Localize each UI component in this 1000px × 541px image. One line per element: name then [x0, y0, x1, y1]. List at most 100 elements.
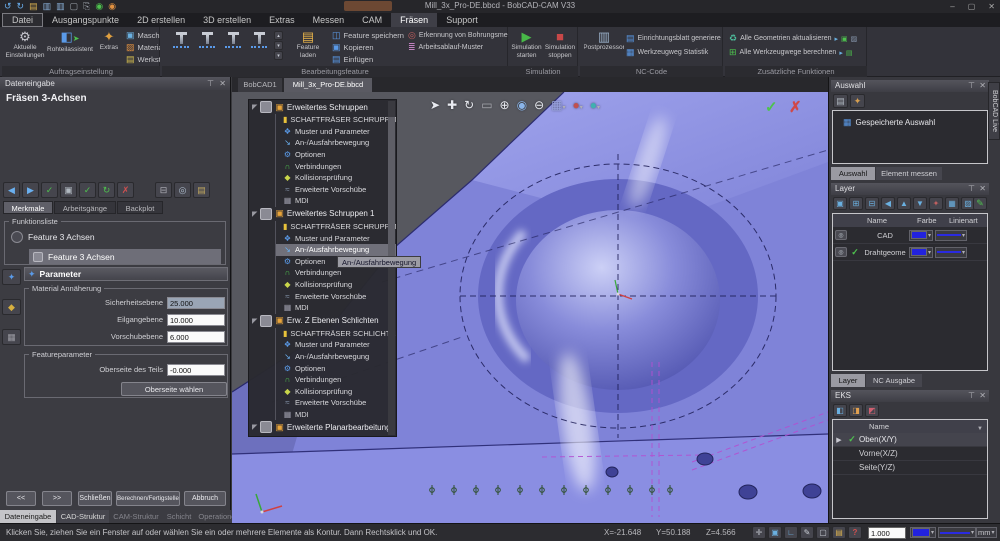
delete-layer-icon[interactable]: ⊟	[865, 197, 879, 210]
ucs-tool-icon[interactable]: ∟	[784, 526, 798, 539]
rotate-view-icon[interactable]: ↻	[464, 98, 474, 112]
verify-button[interactable]: ✓	[41, 182, 58, 198]
view-cube-icon[interactable]: ▦▾	[551, 98, 565, 112]
active-color-dropdown[interactable]: ▾	[910, 527, 936, 538]
layer-tool-icon[interactable]: ▤	[832, 526, 846, 539]
milling-feature-1-button[interactable]	[170, 31, 192, 61]
menu-cam[interactable]: CAM	[353, 13, 391, 27]
tree-item[interactable]: MDI	[275, 409, 396, 421]
milling-feature-2-button[interactable]	[196, 31, 218, 61]
tree-item[interactable]: Optionen	[275, 149, 396, 161]
tree-item[interactable]: Kollisionsprüfung	[275, 385, 396, 397]
doc-tab-mill-3x-pro[interactable]: Mill_3x_Pro-DE.bbcd	[284, 78, 372, 92]
menu-ausgangspunkte[interactable]: Ausgangspunkte	[43, 13, 128, 27]
tab-nc-ausgabe[interactable]: NC Ausgabe	[866, 374, 922, 387]
color-dropdown[interactable]: ▾	[909, 230, 933, 241]
tree-item[interactable]: Muster und Parameter	[275, 232, 396, 244]
tree-group[interactable]: ◤▣Erweiterte Planarbearbeitung	[249, 420, 396, 434]
tree-item[interactable]: SCHAFTFRÄSER SCHLICHTEN	[275, 328, 396, 340]
tree-item[interactable]: MDI	[275, 195, 396, 207]
accept-check-icon[interactable]: ✓	[765, 98, 778, 116]
scale-input[interactable]	[868, 527, 906, 539]
group-checkbox[interactable]	[260, 101, 272, 113]
color-dropdown[interactable]: ▾	[909, 247, 933, 258]
tab-schicht[interactable]: Schicht	[163, 510, 195, 523]
menu-3d-erstellen[interactable]: 3D erstellen	[194, 13, 260, 27]
display-button[interactable]: ▣	[60, 182, 77, 198]
minimize-button[interactable]: –	[950, 0, 954, 13]
maximize-button[interactable]: ▢	[968, 0, 976, 13]
tree-item[interactable]: Erweiterte Vorschübe	[275, 290, 396, 302]
layer-row[interactable]: ◎ CAD ▾ ▾	[833, 227, 987, 244]
tab-cam-struktur[interactable]: CAM-Struktur	[110, 510, 162, 523]
abbruch-button[interactable]: Abbruch	[184, 491, 226, 506]
merge-layer-icon[interactable]: ✦	[929, 197, 943, 210]
pin-icon[interactable]: ⊤	[968, 390, 975, 402]
eks-row[interactable]: Vorne(X/Z)	[833, 447, 987, 461]
group-checkbox[interactable]	[260, 315, 272, 327]
move-left-icon[interactable]: ◀	[881, 197, 895, 210]
scroll-up-button[interactable]: ▴	[274, 31, 283, 40]
tree-item[interactable]: MDI	[275, 302, 396, 314]
menu-2d-erstellen[interactable]: 2D erstellen	[128, 13, 194, 27]
rohteilassistent-button[interactable]: ◧➤ Rohteilassistent	[47, 29, 93, 65]
window-zoom-icon[interactable]: ▭	[481, 98, 492, 112]
einrichtungsblatt-button[interactable]: ▤Einrichtungsblatt generieren▾	[626, 33, 721, 44]
eks-row-selected[interactable]: ▶ ✓ Oben(X/Y)	[833, 433, 987, 447]
scrollbar-thumb[interactable]	[388, 117, 395, 257]
close-icon[interactable]: ✕	[979, 390, 986, 402]
copy-layer-icon[interactable]: ⊞	[849, 197, 863, 210]
tree-item[interactable]: Verbindungen	[275, 160, 396, 172]
unit-dropdown[interactable]: mm▾	[976, 527, 997, 538]
feature-checkbox[interactable]	[33, 252, 43, 262]
back-button[interactable]: ◀	[3, 182, 20, 198]
tree-item[interactable]: SCHAFTFRÄSER SCHRUPPEN	[275, 221, 396, 233]
menu-fraesen[interactable]: Fräsen	[391, 13, 437, 27]
material-button[interactable]: ▨Material	[126, 42, 160, 53]
tree-item[interactable]: Muster und Parameter	[275, 339, 396, 351]
edit-layer-icon[interactable]: ✎	[973, 197, 987, 210]
mini-icon-3[interactable]: ▨	[851, 35, 858, 43]
saved-selection-item[interactable]: ▦ Gespeicherte Auswahl	[843, 117, 935, 128]
cancel-button[interactable]: ✗	[117, 182, 134, 198]
tree-group[interactable]: ◤▣Erweitertes Schruppen	[249, 100, 396, 114]
tab-layer[interactable]: Layer	[831, 374, 865, 387]
group-checkbox[interactable]	[260, 208, 272, 220]
pin-icon[interactable]: ⊤	[968, 80, 975, 92]
sicherheitsebene-input[interactable]	[167, 297, 225, 309]
feature-selected-item[interactable]: Feature 3 Achsen	[29, 249, 221, 264]
move-down-icon[interactable]: ▼	[913, 197, 927, 210]
menu-support[interactable]: Support	[437, 13, 487, 27]
menu-datei[interactable]: Datei	[2, 13, 43, 27]
pan-tool-icon[interactable]: ✛	[752, 526, 766, 539]
tree-group[interactable]: ◤▣Erweitertes Schruppen 1	[249, 207, 396, 221]
tree-group[interactable]: ◤▣Erw. Z Ebenen Schlichten	[249, 314, 396, 328]
aktuelle-einstellungen-button[interactable]: ⚙ Aktuelle Einstellungen	[4, 29, 46, 65]
forward-button[interactable]: ▶	[22, 182, 39, 198]
zoom-out-icon[interactable]: ⊖	[534, 98, 544, 112]
bohrungserkennung-button[interactable]: ◎Erkennung von Bohrungsmerkmalen	[408, 30, 508, 41]
berechnen-fertigstellen-button[interactable]: Berechnen/Fertigstellen	[116, 491, 180, 506]
simulation-stoppen-button[interactable]: ■ Simulation stoppen	[544, 29, 576, 65]
close-button[interactable]: ✕	[988, 0, 995, 13]
stock-display-icon[interactable]: ●▾	[573, 98, 583, 112]
visibility-eye-icon[interactable]: ◎	[835, 230, 847, 240]
tree-item[interactable]: Kollisionsprüfung	[275, 279, 396, 291]
kopieren-button[interactable]: ▣Kopieren	[332, 42, 406, 53]
doc-tab-bobcad1[interactable]: BobCAD1	[238, 78, 282, 92]
feature-root-item[interactable]: Feature 3 Achsen	[11, 231, 95, 243]
mini-icon-4[interactable]: ▸	[839, 49, 843, 57]
select-cursor-icon[interactable]: ➤	[430, 98, 440, 112]
postprozessor-button[interactable]: ▥ Postprozessor	[584, 29, 624, 65]
nav-prev-button[interactable]: <<	[6, 491, 36, 506]
delete-button[interactable]: ⊟	[155, 182, 172, 198]
tool-page-icon[interactable]: ◆	[2, 299, 21, 315]
plane-top-icon[interactable]: ◧	[833, 404, 847, 417]
mini-icon-5[interactable]: ▤	[846, 49, 853, 57]
menu-extras[interactable]: Extras	[260, 13, 304, 27]
collapse-icon[interactable]: ◤	[252, 103, 257, 111]
active-linestyle-dropdown[interactable]: ▾	[938, 527, 976, 538]
plane-tool-icon[interactable]: ▣	[768, 526, 782, 539]
arbeitsablauf-muster-button[interactable]: ≣Arbeitsablauf-Muster	[408, 42, 508, 53]
linestyle-dropdown[interactable]: ▾	[935, 247, 967, 258]
